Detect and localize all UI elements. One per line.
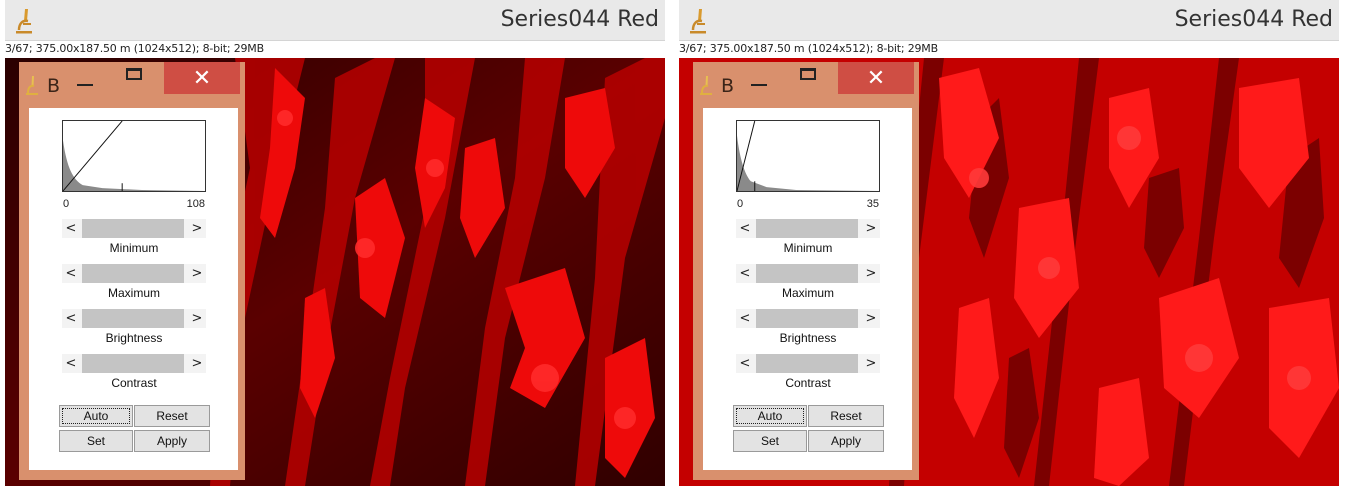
slider-track[interactable] bbox=[756, 264, 858, 283]
chevron-left-icon[interactable]: < bbox=[62, 354, 80, 373]
chevron-right-icon[interactable]: > bbox=[862, 219, 880, 238]
brightness-label: Brightness bbox=[105, 331, 163, 345]
chevron-left-icon[interactable]: < bbox=[736, 309, 754, 328]
close-button[interactable]: ✕ bbox=[164, 62, 240, 94]
maximum-label: Maximum bbox=[781, 286, 834, 300]
chevron-left-icon[interactable]: < bbox=[62, 309, 80, 328]
contrast-slider[interactable]: < > bbox=[736, 354, 880, 373]
window-title: Series044 Red bbox=[1174, 7, 1333, 32]
chevron-left-icon[interactable]: < bbox=[736, 264, 754, 283]
slider-track[interactable] bbox=[82, 264, 184, 283]
contrast-label: Contrast bbox=[785, 376, 831, 390]
apply-button[interactable]: Apply bbox=[134, 430, 210, 452]
set-button[interactable]: Set bbox=[733, 430, 807, 452]
slider-track[interactable] bbox=[756, 354, 858, 373]
brightness-contrast-panel: B ✕ 0 35 < > Minimum < > Maximum < > Bri… bbox=[693, 62, 919, 480]
minimize-icon[interactable] bbox=[751, 84, 767, 86]
chevron-right-icon[interactable]: > bbox=[188, 354, 206, 373]
maximum-slider[interactable]: < > bbox=[62, 264, 206, 283]
microscope-icon bbox=[16, 9, 32, 34]
microscope-icon bbox=[700, 76, 712, 95]
close-icon: ✕ bbox=[192, 65, 212, 90]
chevron-right-icon[interactable]: > bbox=[188, 309, 206, 328]
image-info: 3/67; 375.00x187.50 m (1024x512); 8-bit;… bbox=[679, 42, 938, 55]
brightness-contrast-panel: B ✕ 0 108 < > Minimum < > Maximum < > Br… bbox=[19, 62, 245, 480]
histogram bbox=[62, 120, 206, 192]
slider-track[interactable] bbox=[82, 309, 184, 328]
panel-title-letter: B bbox=[47, 75, 61, 97]
chevron-left-icon[interactable]: < bbox=[736, 219, 754, 238]
microscope-icon bbox=[26, 76, 38, 95]
contrast-slider[interactable]: < > bbox=[62, 354, 206, 373]
minimum-label: Minimum bbox=[109, 241, 159, 255]
brightness-label: Brightness bbox=[779, 331, 837, 345]
slider-track[interactable] bbox=[82, 219, 184, 238]
histogram-max-value: 108 bbox=[186, 198, 205, 210]
chevron-left-icon[interactable]: < bbox=[62, 264, 80, 283]
brightness-slider[interactable]: < > bbox=[736, 309, 880, 328]
histogram-max-value: 35 bbox=[866, 198, 879, 210]
chevron-right-icon[interactable]: > bbox=[188, 219, 206, 238]
image-info: 3/67; 375.00x187.50 m (1024x512); 8-bit;… bbox=[5, 42, 264, 55]
minimum-slider[interactable]: < > bbox=[62, 219, 206, 238]
title-bar[interactable]: Series044 Red bbox=[679, 0, 1339, 41]
panel-body: 0 35 < > Minimum < > Maximum < > Brightn… bbox=[703, 108, 912, 470]
maximum-label: Maximum bbox=[107, 286, 160, 300]
set-button[interactable]: Set bbox=[59, 430, 133, 452]
title-bar[interactable]: Series044 Red bbox=[5, 0, 665, 41]
reset-button[interactable]: Reset bbox=[134, 405, 210, 427]
minimize-icon[interactable] bbox=[77, 84, 93, 86]
slider-track[interactable] bbox=[82, 354, 184, 373]
window-title: Series044 Red bbox=[500, 7, 659, 32]
brightness-slider[interactable]: < > bbox=[62, 309, 206, 328]
panel-header[interactable]: B ✕ bbox=[19, 62, 245, 98]
panel-header[interactable]: B ✕ bbox=[693, 62, 919, 98]
panel-title-letter: B bbox=[721, 75, 735, 97]
histogram bbox=[736, 120, 880, 192]
close-icon: ✕ bbox=[866, 65, 886, 90]
chevron-right-icon[interactable]: > bbox=[862, 354, 880, 373]
chevron-left-icon[interactable]: < bbox=[736, 354, 754, 373]
image-window-right: Series044 Red 3/67; 375.00x187.50 m (102… bbox=[679, 0, 1344, 486]
maximize-icon[interactable] bbox=[126, 68, 142, 80]
image-window-left: Series044 Red 3/67; 375.00x187.50 m (102… bbox=[5, 0, 670, 486]
maximum-slider[interactable]: < > bbox=[736, 264, 880, 283]
apply-button[interactable]: Apply bbox=[808, 430, 884, 452]
auto-button[interactable]: Auto bbox=[733, 405, 807, 427]
panel-body: 0 108 < > Minimum < > Maximum < > Bright… bbox=[29, 108, 238, 470]
histogram-min-value: 0 bbox=[63, 198, 70, 210]
histogram-min-value: 0 bbox=[737, 198, 744, 210]
minimum-slider[interactable]: < > bbox=[736, 219, 880, 238]
slider-track[interactable] bbox=[756, 219, 858, 238]
auto-button[interactable]: Auto bbox=[59, 405, 133, 427]
slider-track[interactable] bbox=[756, 309, 858, 328]
chevron-left-icon[interactable]: < bbox=[62, 219, 80, 238]
minimum-label: Minimum bbox=[783, 241, 833, 255]
contrast-label: Contrast bbox=[111, 376, 157, 390]
microscope-icon bbox=[690, 9, 706, 34]
close-button[interactable]: ✕ bbox=[838, 62, 914, 94]
maximize-icon[interactable] bbox=[800, 68, 816, 80]
reset-button[interactable]: Reset bbox=[808, 405, 884, 427]
chevron-right-icon[interactable]: > bbox=[862, 309, 880, 328]
chevron-right-icon[interactable]: > bbox=[862, 264, 880, 283]
chevron-right-icon[interactable]: > bbox=[188, 264, 206, 283]
